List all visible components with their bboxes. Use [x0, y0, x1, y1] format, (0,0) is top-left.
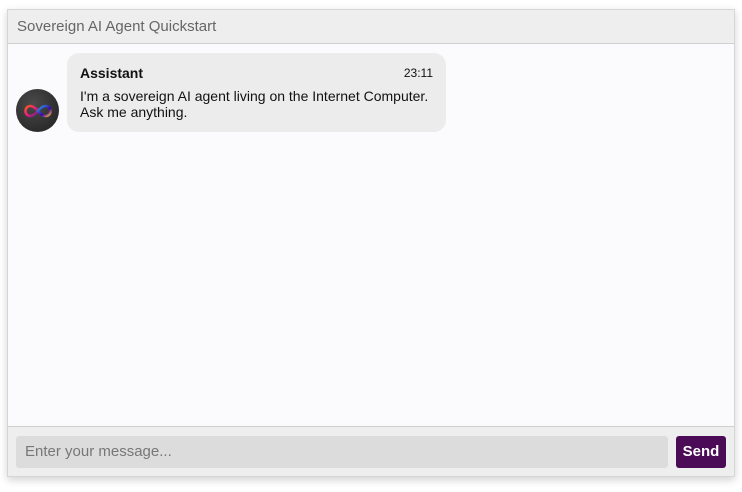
message-sender: Assistant: [80, 65, 144, 81]
composer-bar: Send: [8, 426, 734, 476]
message-list[interactable]: Assistant 23:11 I'm a sovereign AI agent…: [8, 44, 734, 426]
assistant-avatar: [16, 89, 59, 132]
infinity-logo-icon: [23, 104, 52, 117]
message-header: Assistant 23:11: [80, 65, 433, 81]
message-item: Assistant 23:11 I'm a sovereign AI agent…: [16, 53, 446, 132]
message-text: I'm a sovereign AI agent living on the I…: [80, 88, 429, 120]
message-timestamp: 23:11: [403, 66, 433, 80]
chat-header: Sovereign AI Agent Quickstart: [8, 10, 734, 44]
app-title: Sovereign AI Agent Quickstart: [17, 18, 217, 35]
chat-window: Sovereign AI Agent Quickstart Assistant …: [7, 9, 735, 477]
message-input[interactable]: [16, 435, 668, 468]
message-bubble: Assistant 23:11 I'm a sovereign AI agent…: [67, 53, 446, 132]
send-button[interactable]: Send: [676, 435, 726, 468]
